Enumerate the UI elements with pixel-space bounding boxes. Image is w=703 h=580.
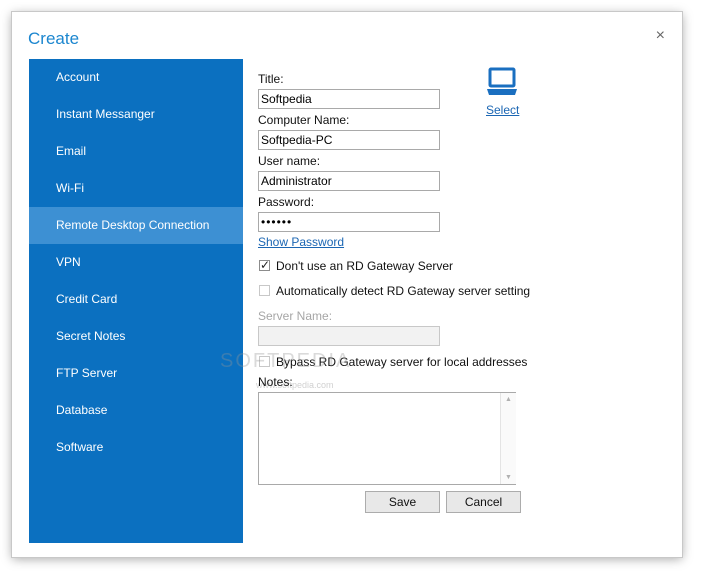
select-link[interactable]: Select — [486, 103, 519, 117]
scroll-up-icon[interactable]: ▲ — [501, 396, 516, 403]
category-sidebar: Account Instant Messanger Email Wi-Fi Re… — [29, 59, 243, 543]
sidebar-item-remote-desktop[interactable]: Remote Desktop Connection — [29, 207, 243, 244]
no-gateway-checkbox[interactable]: ✓ — [259, 258, 271, 272]
computer-name-label: Computer Name: — [258, 113, 350, 127]
server-name-input[interactable] — [258, 326, 440, 346]
sidebar-item-wifi[interactable]: Wi-Fi — [29, 170, 243, 207]
computer-icon — [487, 67, 517, 95]
password-input[interactable] — [258, 212, 440, 232]
password-label: Password: — [258, 195, 315, 209]
sidebar-item-email[interactable]: Email — [29, 133, 243, 170]
cancel-button[interactable]: Cancel — [446, 491, 521, 513]
sidebar-item-account[interactable]: Account — [29, 59, 243, 96]
sidebar-item-database[interactable]: Database — [29, 392, 243, 429]
checkmark-icon: ✓ — [260, 258, 271, 272]
watermark: SOFTPEDIA — [220, 350, 352, 372]
auto-detect-checkbox[interactable] — [259, 285, 270, 296]
user-name-input[interactable] — [258, 171, 440, 191]
sidebar-item-vpn[interactable]: VPN — [29, 244, 243, 281]
close-icon[interactable]: × — [656, 28, 665, 44]
notes-scrollbar[interactable]: ▲ ▼ — [500, 393, 516, 484]
sidebar-item-secret-notes[interactable]: Secret Notes — [29, 318, 243, 355]
dialog-title: Create — [28, 29, 80, 48]
title-input[interactable] — [258, 89, 440, 109]
computer-name-input[interactable] — [258, 130, 440, 150]
user-name-label: User name: — [258, 154, 321, 168]
server-name-label: Server Name: — [258, 309, 333, 323]
auto-detect-label[interactable]: Automatically detect RD Gateway server s… — [276, 284, 530, 298]
sidebar-item-instant-messanger[interactable]: Instant Messanger — [29, 96, 243, 133]
sidebar-item-credit-card[interactable]: Credit Card — [29, 281, 243, 318]
sidebar-item-software[interactable]: Software — [29, 429, 243, 466]
title-label: Title: — [258, 72, 284, 86]
notes-textarea[interactable] — [258, 392, 516, 485]
show-password-link[interactable]: Show Password — [258, 235, 344, 249]
sidebar-item-ftp-server[interactable]: FTP Server — [29, 355, 243, 392]
scroll-down-icon[interactable]: ▼ — [501, 474, 516, 481]
create-dialog: Create × Account Instant Messanger Email… — [12, 12, 682, 557]
no-gateway-label[interactable]: Don't use an RD Gateway Server — [276, 259, 453, 273]
select-computer-button[interactable]: Select — [480, 67, 524, 119]
notes-label: Notes: — [258, 375, 293, 389]
save-button[interactable]: Save — [365, 491, 440, 513]
